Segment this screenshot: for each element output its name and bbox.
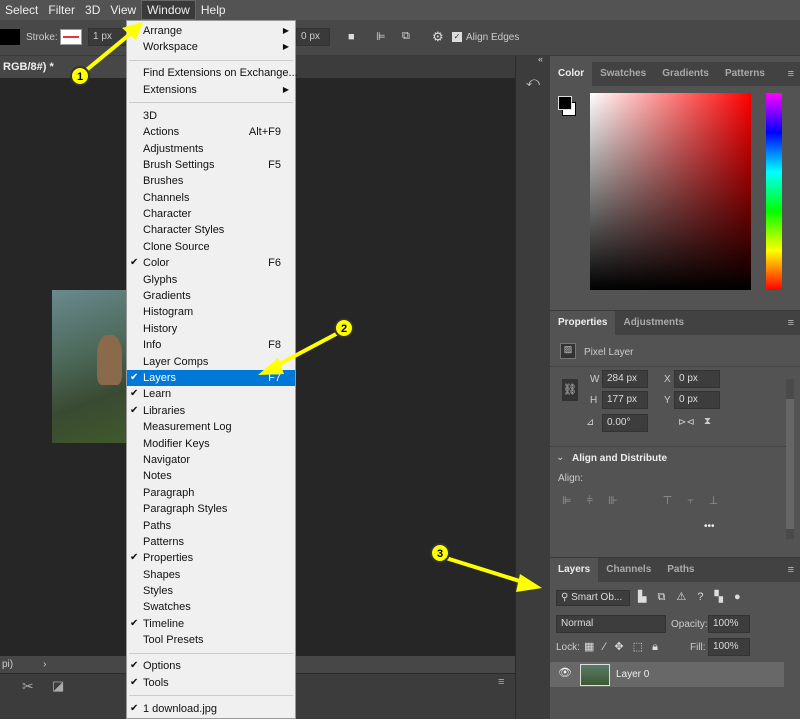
annotation-badge-2: 2 — [334, 318, 354, 338]
annotation-number: 2 — [341, 323, 347, 335]
annotation-number: 3 — [437, 548, 443, 560]
annotation-arrow-1 — [82, 22, 143, 74]
annotation-arrow-2 — [258, 331, 339, 375]
annotation-number: 1 — [77, 71, 83, 83]
annotation-overlay: 1 2 3 — [70, 22, 542, 592]
annotation-badge-3: 3 — [430, 543, 450, 563]
annotation-arrow-3 — [445, 556, 542, 592]
annotation-badge-1: 1 — [70, 66, 90, 86]
